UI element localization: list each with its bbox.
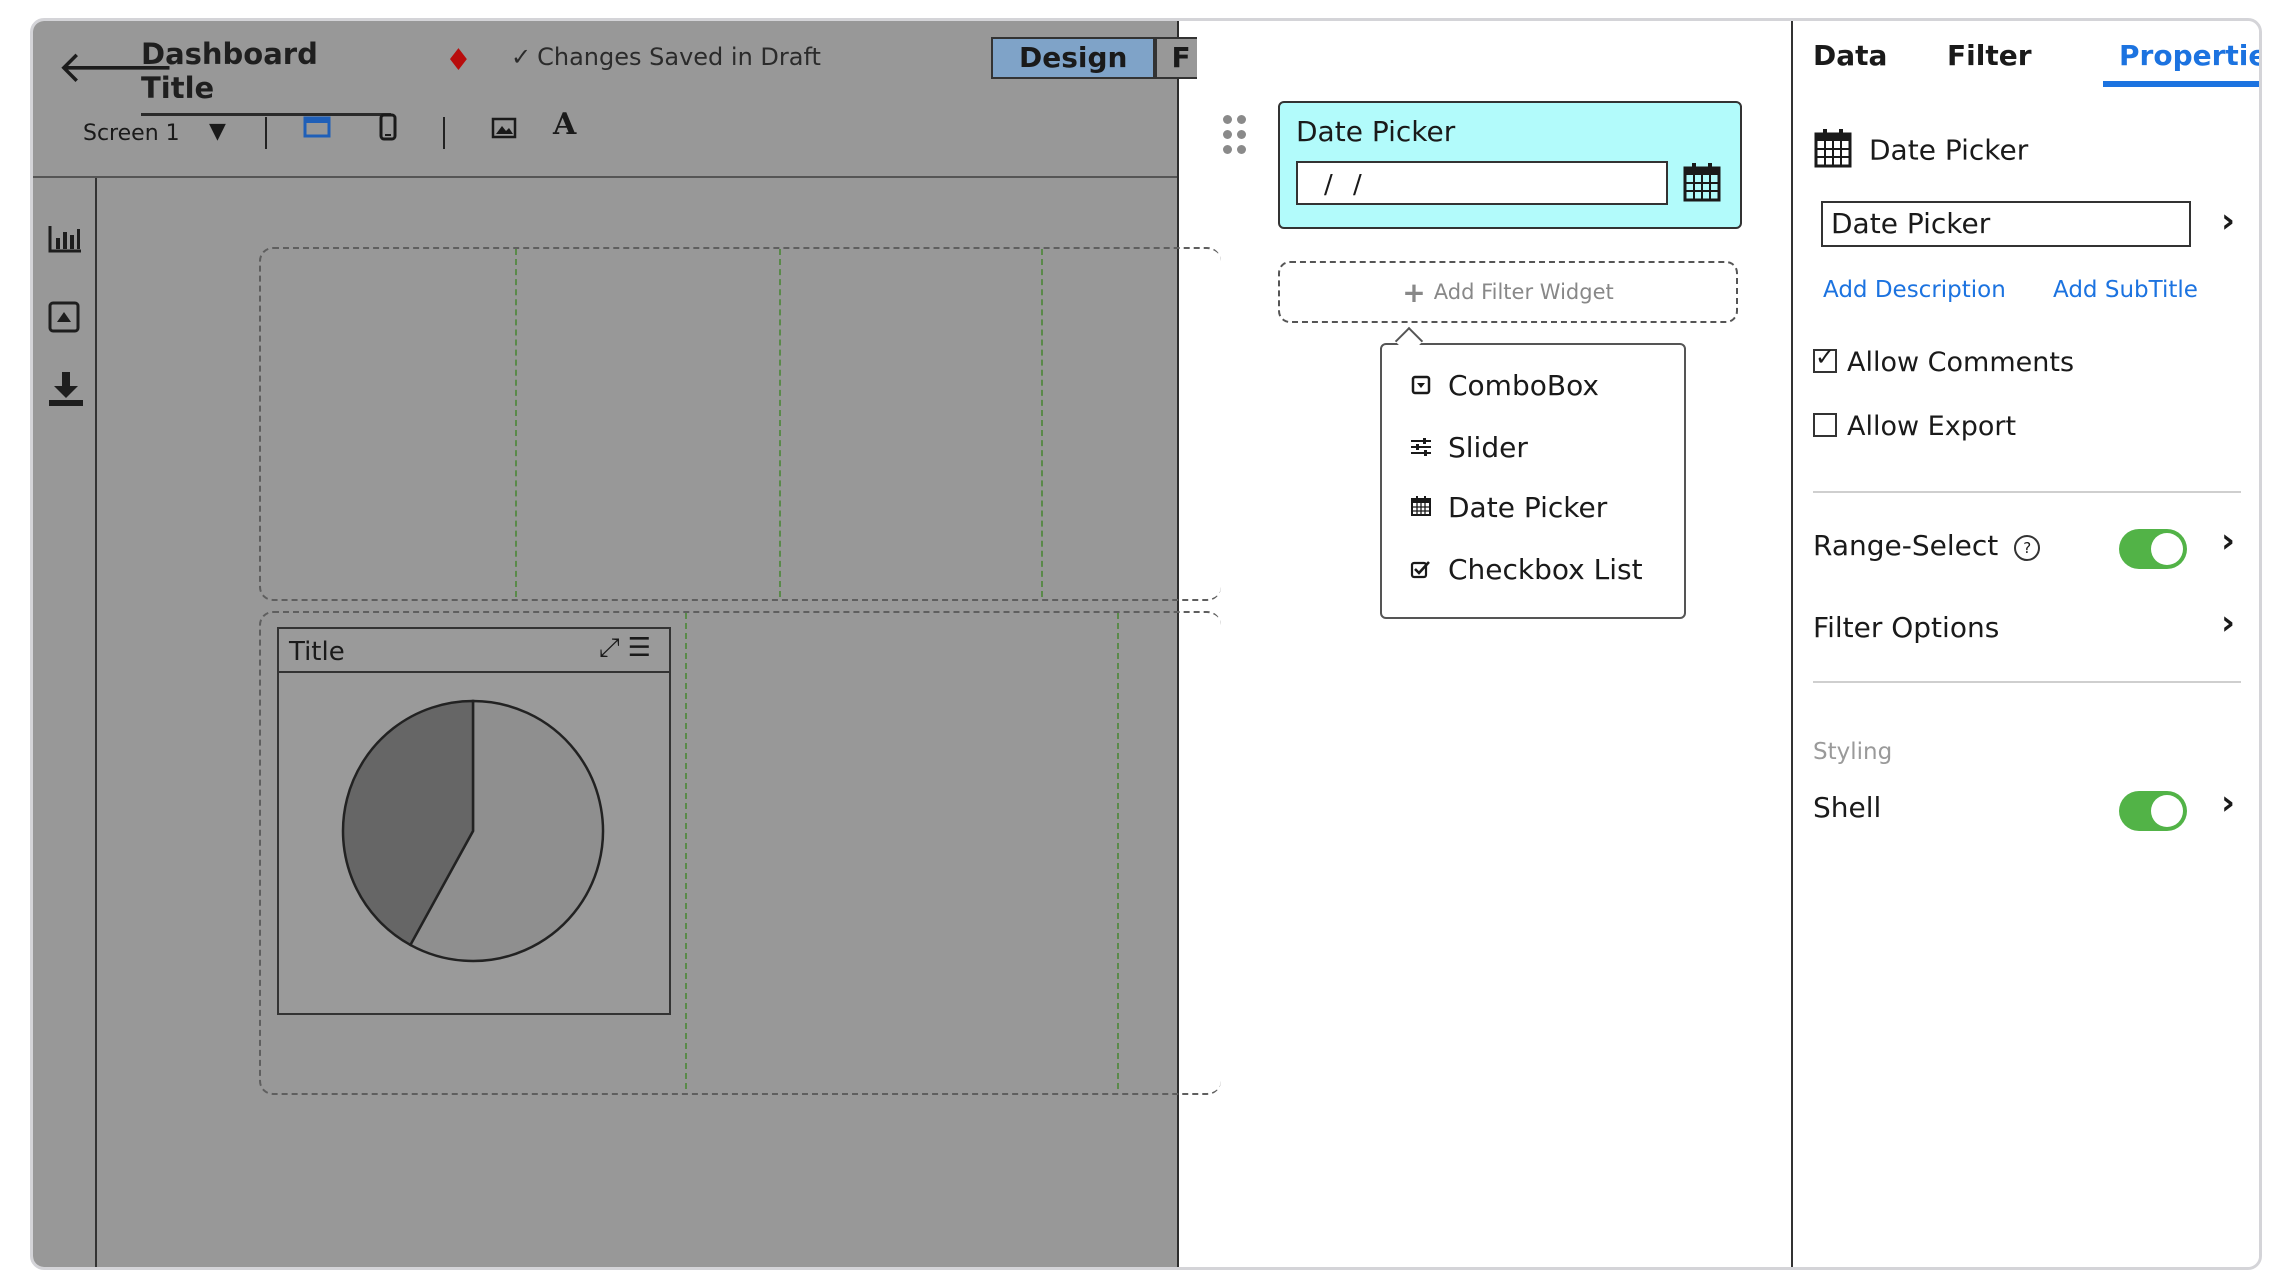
chevron-right-icon[interactable]: › bbox=[2221, 521, 2235, 561]
menu-item-label: Slider bbox=[1448, 431, 1528, 464]
layout-column-divider bbox=[685, 613, 687, 1089]
menu-item-label: ComboBox bbox=[1448, 369, 1599, 402]
tag-icon[interactable]: ♦ bbox=[445, 43, 472, 78]
tab-next-mode[interactable]: F bbox=[1155, 37, 1197, 79]
menu-item-checkbox-list[interactable]: Checkbox List bbox=[1408, 553, 1643, 586]
add-filter-label: Add Filter Widget bbox=[1433, 280, 1614, 304]
mobile-icon[interactable] bbox=[379, 113, 397, 148]
toolbar-divider bbox=[443, 117, 445, 149]
checkbox-checked[interactable] bbox=[1813, 343, 1837, 373]
add-description-link[interactable]: Add Description bbox=[1823, 277, 2006, 303]
filter-type-menu: ComboBox Slider Date Picker Checkbox Lis… bbox=[1380, 343, 1686, 619]
layout-column-divider bbox=[779, 249, 781, 597]
chevron-right-icon[interactable]: › bbox=[2221, 603, 2235, 643]
check-icon: ✓ bbox=[511, 43, 532, 71]
calendar-icon[interactable] bbox=[1682, 161, 1722, 207]
active-tab-indicator bbox=[2103, 81, 2259, 87]
allow-comments-checkbox[interactable]: Allow Comments bbox=[1813, 343, 2075, 378]
add-subtitle-link[interactable]: Add SubTitle bbox=[2053, 277, 2198, 303]
divider bbox=[1813, 491, 2241, 493]
app-window: 🡐 Dashboard Title ♦ ✓ Changes Saved in Dr… bbox=[30, 18, 2262, 1270]
tab-data[interactable]: Data bbox=[1813, 39, 1887, 72]
shell-label: Shell bbox=[1813, 791, 1882, 824]
screen-selector[interactable]: Screen 1 bbox=[83, 121, 180, 146]
image-icon[interactable] bbox=[491, 113, 517, 146]
range-select-row: Range-Select? bbox=[1813, 529, 2041, 562]
range-select-label: Range-Select bbox=[1813, 529, 1999, 562]
tab-filter[interactable]: Filter bbox=[1947, 39, 2032, 72]
top-toolbar: 🡐 Dashboard Title ♦ ✓ Changes Saved in Dr… bbox=[33, 21, 1197, 178]
date-picker-card[interactable]: Date Picker / / bbox=[1278, 101, 1742, 229]
layout-row-top[interactable] bbox=[259, 247, 1221, 601]
checkbox-unchecked[interactable] bbox=[1813, 413, 1837, 437]
widget-title: Title bbox=[289, 637, 345, 667]
design-canvas: 🡐 Dashboard Title ♦ ✓ Changes Saved in Dr… bbox=[33, 21, 1221, 1267]
widget-name-input[interactable]: Date Picker bbox=[1821, 201, 2191, 247]
desktop-icon[interactable] bbox=[303, 113, 331, 146]
chevron-right-icon[interactable]: › bbox=[2221, 783, 2235, 823]
properties-header: Date Picker bbox=[1813, 127, 2028, 176]
menu-item-label: Date Picker bbox=[1448, 491, 1608, 524]
text-icon[interactable]: A bbox=[553, 107, 576, 142]
date-picker-title: Date Picker bbox=[1296, 115, 1456, 148]
calendar-icon bbox=[1408, 495, 1434, 523]
layout-column-divider bbox=[1117, 613, 1119, 1089]
combobox-icon bbox=[1408, 375, 1434, 401]
chart-widget[interactable]: Title ⤢☰ bbox=[277, 627, 671, 1015]
layout-column-divider bbox=[515, 249, 517, 597]
menu-item-combobox[interactable]: ComboBox bbox=[1408, 369, 1599, 402]
widget-header: Title ⤢☰ bbox=[279, 629, 669, 673]
plus-icon: + bbox=[1402, 276, 1426, 309]
allow-export-checkbox[interactable]: Allow Export bbox=[1813, 411, 2016, 442]
checkbox-icon bbox=[1408, 559, 1434, 585]
properties-header-title: Date Picker bbox=[1869, 133, 2029, 167]
add-filter-widget-button[interactable]: + Add Filter Widget bbox=[1278, 261, 1738, 323]
left-rail bbox=[33, 178, 97, 1267]
pie-chart bbox=[341, 699, 605, 963]
filter-options-row[interactable]: Filter Options bbox=[1813, 611, 1999, 644]
mode-tabs: Design F bbox=[991, 37, 1197, 79]
chart-icon[interactable] bbox=[47, 224, 83, 262]
range-select-toggle[interactable] bbox=[2119, 529, 2187, 569]
slider-icon bbox=[1408, 437, 1434, 463]
calendar-icon bbox=[1813, 127, 1853, 176]
dashboard-title[interactable]: Dashboard Title bbox=[141, 37, 391, 116]
allow-comments-label: Allow Comments bbox=[1847, 347, 2075, 378]
layout-column-divider bbox=[1041, 249, 1043, 597]
menu-item-slider[interactable]: Slider bbox=[1408, 431, 1528, 464]
shell-toggle[interactable] bbox=[2119, 791, 2187, 831]
allow-export-label: Allow Export bbox=[1847, 411, 2017, 442]
properties-panel: Data Filter Properties Date Picker Date … bbox=[1791, 21, 2259, 1267]
tab-properties[interactable]: Properties bbox=[2119, 39, 2259, 72]
chevron-right-icon[interactable]: › bbox=[2221, 201, 2235, 241]
widget-actions: ⤢☰ bbox=[599, 633, 659, 664]
menu-icon[interactable]: ☰ bbox=[628, 633, 659, 663]
styling-section-label: Styling bbox=[1813, 739, 1893, 765]
menu-item-label: Checkbox List bbox=[1448, 553, 1643, 586]
widget-icon[interactable] bbox=[47, 300, 81, 342]
save-status-text: Changes Saved in Draft bbox=[537, 43, 821, 71]
divider bbox=[1813, 681, 2241, 683]
toolbar-divider bbox=[265, 117, 267, 149]
download-icon[interactable] bbox=[47, 370, 85, 416]
drag-handle-icon[interactable] bbox=[1223, 115, 1253, 160]
expand-icon[interactable]: ⤢ bbox=[599, 633, 628, 663]
help-icon[interactable]: ? bbox=[2014, 535, 2041, 561]
save-status: ✓ Changes Saved in Draft bbox=[511, 43, 821, 71]
date-input[interactable]: / / bbox=[1296, 161, 1668, 205]
tab-design[interactable]: Design bbox=[991, 37, 1156, 79]
caret-down-icon[interactable]: ▼ bbox=[209, 119, 226, 144]
menu-item-date-picker[interactable]: Date Picker bbox=[1408, 491, 1607, 524]
